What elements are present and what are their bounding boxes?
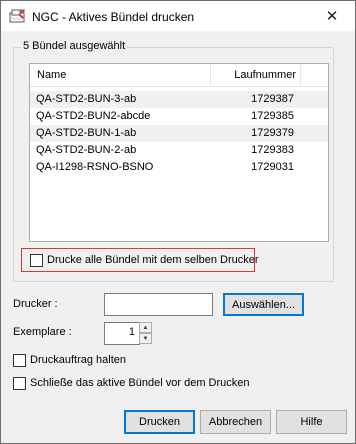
close-bundle-checkbox[interactable] [13, 377, 26, 390]
spin-down-button[interactable]: ▼ [139, 333, 152, 344]
copies-label: Exemplare : [13, 326, 72, 338]
print-dialog: NGC - Aktives Bündel drucken ✕ 5 Bündel … [0, 0, 356, 444]
copies-spinner[interactable]: ▲ ▼ [139, 322, 152, 344]
same-printer-label[interactable]: Drucke alle Bündel mit dem selben Drucke… [47, 254, 259, 266]
hold-job-checkbox[interactable] [13, 354, 26, 367]
cancel-button-label: Abbrechen [208, 416, 263, 428]
close-icon: ✕ [325, 8, 339, 25]
row-number: 1729031 [251, 161, 294, 173]
close-bundle-label[interactable]: Schließe das aktive Bündel vor dem Druck… [30, 377, 250, 389]
row-name: QA-STD2-BUN2-abcde [36, 110, 151, 122]
app-icon [9, 9, 25, 23]
list-row[interactable]: QA-STD2-BUN-3-ab 1729387 [30, 91, 328, 108]
list-row[interactable]: QA-I1298-RSNO-BSNO 1729031 [30, 159, 328, 176]
window-title: NGC - Aktives Bündel drucken [32, 10, 195, 24]
close-button[interactable]: ✕ [309, 1, 355, 31]
select-printer-button[interactable]: Auswählen... [223, 293, 304, 316]
column-header-number[interactable]: Laufnummer [234, 69, 296, 81]
print-button[interactable]: Drucken [124, 410, 195, 434]
column-separator[interactable] [300, 64, 301, 86]
row-name: QA-STD2-BUN-2-ab [36, 144, 137, 156]
bundle-list[interactable]: Name Laufnummer QA-STD2-BUN-3-ab 1729387… [29, 63, 329, 242]
selection-group-caption: 5 Bündel ausgewählt [21, 40, 128, 52]
row-name: QA-I1298-RSNO-BSNO [36, 161, 154, 173]
column-separator[interactable] [210, 64, 211, 86]
title-bar: NGC - Aktives Bündel drucken ✕ [1, 1, 355, 31]
help-button[interactable]: Hilfe [276, 410, 347, 434]
copies-value: 1 [128, 326, 135, 338]
arrow-up-icon: ▲ [142, 324, 149, 331]
row-number: 1729383 [251, 144, 294, 156]
help-button-label: Hilfe [300, 416, 323, 428]
row-name: QA-STD2-BUN-1-ab [36, 127, 137, 139]
list-row[interactable]: QA-STD2-BUN-1-ab 1729379 [30, 125, 328, 142]
row-number: 1729385 [251, 110, 294, 122]
list-body: QA-STD2-BUN-3-ab 1729387 QA-STD2-BUN2-ab… [30, 91, 328, 176]
column-header-name[interactable]: Name [37, 69, 66, 81]
arrow-down-icon: ▼ [142, 335, 149, 342]
row-number: 1729379 [251, 127, 294, 139]
printer-label: Drucker : [13, 298, 58, 310]
row-number: 1729387 [251, 93, 294, 105]
list-row[interactable]: QA-STD2-BUN2-abcde 1729385 [30, 108, 328, 125]
list-header: Name Laufnummer [30, 64, 328, 87]
cancel-button[interactable]: Abbrechen [200, 410, 271, 434]
printer-field[interactable] [104, 293, 213, 316]
row-name: QA-STD2-BUN-3-ab [36, 93, 137, 105]
list-row[interactable]: QA-STD2-BUN-2-ab 1729383 [30, 142, 328, 159]
select-printer-label: Auswählen... [232, 298, 295, 311]
print-button-label: Drucken [139, 416, 180, 428]
same-printer-checkbox[interactable] [30, 254, 43, 267]
hold-job-label[interactable]: Druckauftrag halten [30, 354, 126, 366]
spin-up-button[interactable]: ▲ [139, 322, 152, 333]
